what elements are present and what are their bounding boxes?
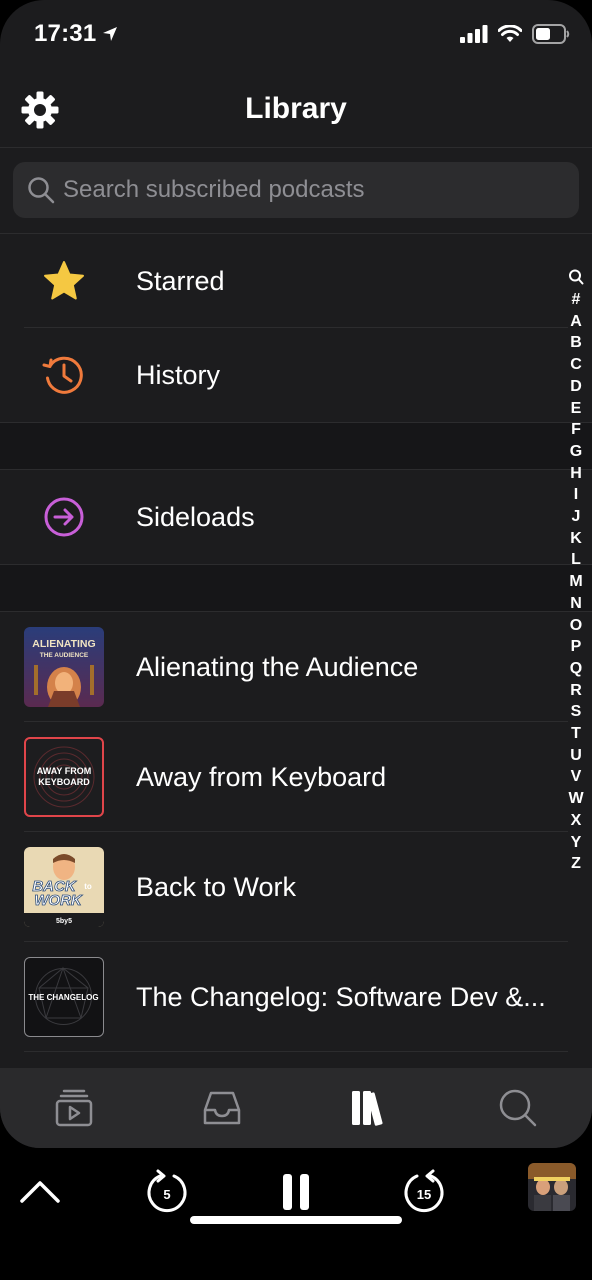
search-icon xyxy=(28,177,55,204)
index-letter[interactable]: E xyxy=(571,398,582,420)
index-letter[interactable]: W xyxy=(568,788,583,810)
skip-back-icon: 5 xyxy=(147,1169,187,1213)
index-letter[interactable]: Q xyxy=(570,658,582,680)
podcast-title: Back to Work xyxy=(136,871,297,902)
index-letter[interactable]: X xyxy=(571,810,582,832)
now-playing-artwork[interactable] xyxy=(528,1163,576,1211)
tab-inbox[interactable] xyxy=(192,1078,252,1138)
status-time-text: 17:31 xyxy=(34,20,97,47)
section-gap xyxy=(0,422,592,470)
status-icons xyxy=(460,24,570,44)
sideload-arrow-icon xyxy=(40,493,88,541)
divider xyxy=(24,1051,568,1052)
search-input[interactable] xyxy=(63,176,543,204)
pause-button[interactable] xyxy=(266,1162,326,1222)
index-letter[interactable]: B xyxy=(570,332,582,354)
index-letter[interactable]: Z xyxy=(571,853,581,875)
pause-icon xyxy=(283,1174,309,1210)
skip-forward-button[interactable]: 15 xyxy=(394,1162,454,1222)
library-icon xyxy=(352,1091,383,1126)
podcast-artwork: ALIENATING THE AUDIENCE xyxy=(24,627,104,707)
index-letter[interactable]: F xyxy=(571,419,581,441)
index-letter[interactable]: C xyxy=(570,354,582,376)
location-arrow-icon xyxy=(103,27,118,41)
skip-forward-icon: 15 xyxy=(404,1169,444,1213)
index-letter[interactable]: T xyxy=(571,723,581,745)
search-icon xyxy=(499,1089,537,1127)
chevron-up-icon xyxy=(20,1181,60,1203)
podcast-row[interactable]: BACK to WORK 5by5 Back to Work xyxy=(0,832,592,942)
podcast-row[interactable]: ALIENATING THE AUDIENCE Alienating the A… xyxy=(0,612,592,722)
podcast-artwork: BACK to WORK 5by5 xyxy=(24,847,104,927)
svg-text:KEYBOARD: KEYBOARD xyxy=(38,777,90,787)
nav-header: Library xyxy=(0,72,592,148)
svg-text:15: 15 xyxy=(417,1187,431,1202)
index-letter[interactable]: V xyxy=(571,766,582,788)
index-letter[interactable]: Y xyxy=(571,832,582,854)
wifi-icon xyxy=(498,25,522,42)
index-letter[interactable]: J xyxy=(572,506,581,528)
index-letter[interactable]: D xyxy=(570,376,582,398)
tab-bar xyxy=(0,1068,592,1148)
search-bar[interactable] xyxy=(13,162,579,218)
signal-icon xyxy=(460,25,488,43)
mini-player: 5 15 xyxy=(0,1148,592,1238)
status-bar: 17:31 xyxy=(0,0,592,72)
podcast-artwork: AWAY FROM KEYBOARD xyxy=(24,737,104,817)
status-time: 17:31 xyxy=(34,20,118,48)
index-letter[interactable]: U xyxy=(570,745,582,767)
index-letter[interactable]: R xyxy=(570,680,582,702)
svg-text:AWAY FROM: AWAY FROM xyxy=(37,766,92,776)
podcast-row[interactable]: THE CHANGELOG The Changelog: Software De… xyxy=(0,942,592,1052)
podcast-title: Away from Keyboard xyxy=(136,761,387,792)
tab-library[interactable] xyxy=(340,1078,400,1138)
starred-label: Starred xyxy=(136,265,225,296)
index-letter[interactable]: N xyxy=(570,593,582,615)
index-letter[interactable]: P xyxy=(571,636,582,658)
svg-text:to: to xyxy=(84,882,92,891)
sideloads-row[interactable]: Sideloads xyxy=(0,470,592,564)
index-letter[interactable]: I xyxy=(574,484,578,506)
svg-text:THE CHANGELOG: THE CHANGELOG xyxy=(28,993,98,1002)
index-letter[interactable]: S xyxy=(571,701,582,723)
page-title: Library xyxy=(245,92,347,125)
history-row[interactable]: History xyxy=(0,328,592,422)
index-letter[interactable]: H xyxy=(570,463,582,485)
index-letter[interactable]: G xyxy=(570,441,582,463)
tab-now-playing[interactable] xyxy=(44,1078,104,1138)
history-label: History xyxy=(136,359,221,390)
starred-row[interactable]: Starred xyxy=(0,234,592,328)
podcast-title: The Changelog: Software Dev &... xyxy=(136,981,546,1012)
alphabet-index[interactable]: # A B C D E F G H I J K L M N O P Q R S T U V W X Y Z xyxy=(566,268,586,875)
podcast-title: Alienating the Audience xyxy=(136,651,419,682)
expand-player-button[interactable] xyxy=(10,1162,70,1222)
history-icon xyxy=(40,351,88,399)
sideloads-label: Sideloads xyxy=(136,501,255,532)
battery-icon xyxy=(532,24,570,44)
play-stack-icon xyxy=(55,1089,93,1127)
search-section xyxy=(0,150,592,234)
inbox-icon xyxy=(203,1091,241,1125)
app-window: 17:31 Library Search subscribed podcasts… xyxy=(0,0,592,1148)
tab-search[interactable] xyxy=(488,1078,548,1138)
svg-text:THE AUDIENCE: THE AUDIENCE xyxy=(40,652,89,659)
index-letter[interactable]: # xyxy=(572,289,581,311)
index-letter[interactable]: K xyxy=(570,528,582,550)
svg-text:ALIENATING: ALIENATING xyxy=(32,638,95,650)
svg-text:5by5: 5by5 xyxy=(56,918,72,925)
section-gap xyxy=(0,564,592,612)
index-letter[interactable]: O xyxy=(570,615,582,637)
index-letter[interactable]: L xyxy=(571,549,581,571)
index-search-icon[interactable] xyxy=(568,268,584,286)
index-letter[interactable]: M xyxy=(569,571,582,593)
podcast-artwork: THE CHANGELOG xyxy=(24,957,104,1037)
svg-text:WORK: WORK xyxy=(34,892,83,909)
home-indicator[interactable] xyxy=(190,1216,402,1224)
skip-back-button[interactable]: 5 xyxy=(137,1162,197,1222)
svg-text:5: 5 xyxy=(163,1187,170,1202)
star-icon xyxy=(40,257,88,305)
phone-screen: 17:31 Library Search subscribed podcasts… xyxy=(0,0,592,1280)
podcast-row[interactable]: AWAY FROM KEYBOARD Away from Keyboard xyxy=(0,722,592,832)
index-letter[interactable]: A xyxy=(570,311,582,333)
